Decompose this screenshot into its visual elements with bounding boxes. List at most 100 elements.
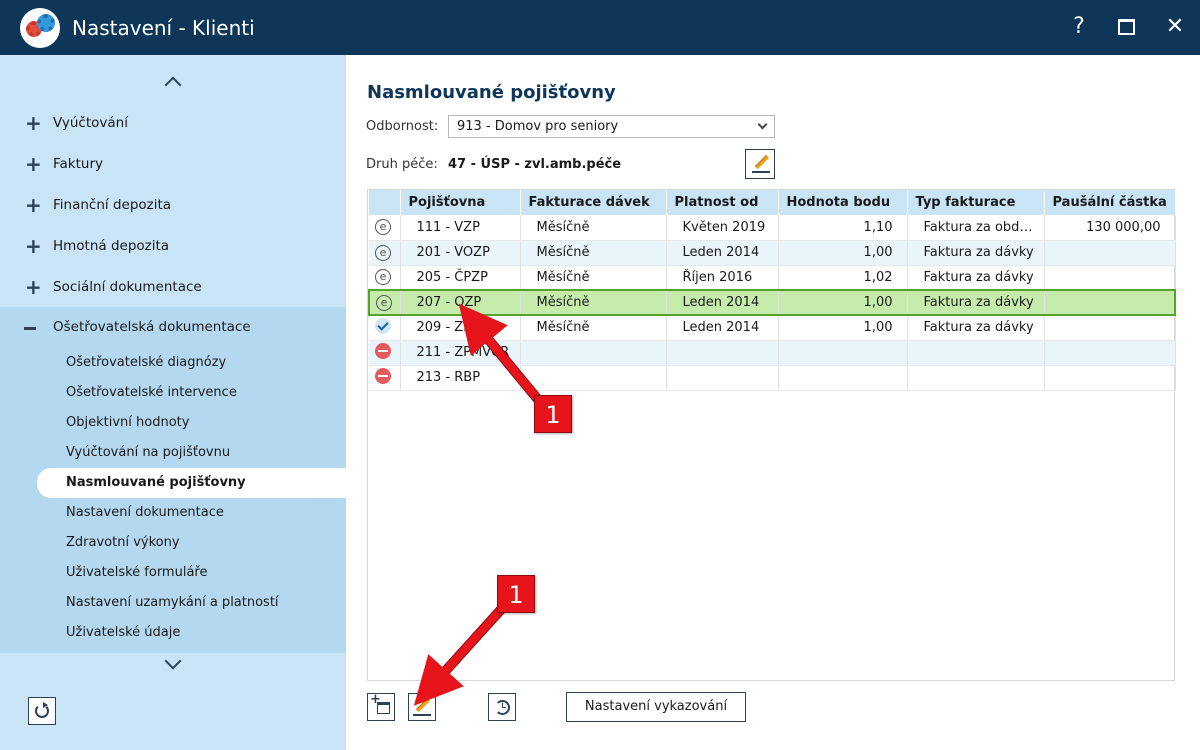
disabled-icon [375,367,391,384]
sidebar-subitem[interactable]: Objektivní hodnoty [0,408,346,438]
table-cell-pausal: 130 000,00 [1044,215,1176,241]
column-header[interactable]: Fakturace dávek [520,190,667,215]
annotation-callout: 1 [534,395,572,433]
table-cell-fakturace: Měsíčně [520,215,667,241]
table-row[interactable]: e 205 - ČPZP Měsíčně Říjen 2016 1,02 Faktura … [369,265,1176,291]
plus-icon: + [25,193,42,217]
table-cell-hodnota: 1,00 [778,289,908,316]
table-row[interactable]: e 111 - VZP Měsíčně Květen 2019 1,10 Faktura … [369,215,1176,241]
odbornost-label: Odbornost: [366,119,439,134]
sidebar-group-osetrovatelska: Ošetřovatelská dokumentace Ošetřovatelsk… [0,307,346,653]
plus-icon: + [25,152,42,176]
edit-button[interactable] [408,693,436,721]
table-cell-fakturace [520,340,667,366]
add-button[interactable]: + [367,693,395,721]
table-cell-fakturace [520,365,667,391]
chevron-down-icon [164,652,182,670]
check-icon [375,317,391,334]
column-header[interactable]: Paušální částka [1044,190,1176,215]
table-row[interactable]: e 207 - OZP Měsíčně Leden 2014 1,00 Faktura z… [368,289,1176,316]
table-cell-typ: Faktura za obd… [907,215,1045,241]
table-cell-hodnota: 1,02 [778,265,908,291]
plus-icon: + [25,234,42,258]
table-cell-platnost [666,365,779,391]
sidebar-item[interactable]: + Finanční depozita [0,185,346,226]
window-title: Nastavení - Klienti [72,16,255,40]
electronic-status-icon: e [375,219,391,236]
table-cell-pojistovna: 207 - OZP [400,289,521,316]
electronic-status-icon: e [375,244,391,261]
column-header[interactable]: Pojišťovna [400,190,521,215]
sidebar-item-label: Finanční depozita [53,197,172,213]
pencil-icon [413,697,431,716]
electronic-status-icon: e [376,294,392,311]
column-header[interactable]: Platnost od [666,190,779,215]
pencil-icon [752,154,770,173]
column-header[interactable]: Hodnota bodu [778,190,908,215]
table-cell-pausal [1044,365,1176,391]
table-cell-hodnota: 1,00 [778,315,908,341]
table-cell-pausal [1044,240,1176,266]
table-cell-typ [907,340,1045,366]
sidebar-subitem[interactable]: Zdravotní výkony [0,528,346,558]
table-row[interactable]: 209 - ZP Měsíčně Leden 2014 1,00 Faktura za … [369,315,1176,341]
table-cell-typ: Faktura za dávky [907,289,1045,316]
sidebar-item-label: Vyúčtování [53,115,128,131]
table-cell-hodnota: 1,10 [778,215,908,241]
nastaveni-vykazovani-button[interactable]: Nastavení vykazování [566,692,746,722]
plus-icon: + [25,111,42,135]
scroll-down-button[interactable] [160,652,186,675]
title-bar: Nastavení - Klienti ? ✕ [0,0,1200,55]
sidebar-item-label: Ošetřovatelská dokumentace [53,319,251,335]
close-button[interactable]: ✕ [1160,12,1190,42]
table-cell-fakturace: Měsíčně [520,240,667,266]
sidebar-item[interactable]: + Faktury [0,144,346,185]
sidebar-item-label: Sociální dokumentace [53,279,202,295]
sidebar-item[interactable]: + Vyúčtování [0,103,346,144]
table-cell-typ: Faktura za dávky [907,240,1045,266]
edit-druh-pece-button[interactable] [745,149,775,179]
sidebar-subitem[interactable]: Uživatelské formuláře [0,558,346,588]
table-cell-fakturace: Měsíčně [520,289,667,316]
sidebar-subitem[interactable]: Nastavení dokumentace [0,498,346,528]
history-button[interactable] [488,693,516,721]
sidebar-subitem[interactable]: Ošetřovatelské intervence [0,378,346,408]
column-header[interactable]: Typ fakturace [907,190,1045,215]
column-header-status [369,190,401,215]
sidebar-subitem[interactable]: Uživatelské údaje [0,618,346,648]
table-cell-platnost: Leden 2014 [666,240,779,266]
table-row[interactable]: 211 - ZPMVČR [369,340,1176,366]
refresh-button[interactable] [28,697,56,725]
plus-icon: + [25,275,42,299]
table-cell-typ: Faktura za dávky [907,315,1045,341]
table-cell-pojistovna: 213 - RBP [400,365,521,391]
sidebar-item-osetrovatelska-dokumentace[interactable]: Ošetřovatelská dokumentace [0,307,346,348]
sidebar-item[interactable]: + Hmotná depozita [0,226,346,267]
table-cell-hodnota [778,340,908,366]
gears-icon [20,8,60,48]
electronic-status-icon: e [375,269,391,286]
odbornost-value: 913 - Domov pro seniory [457,119,619,134]
maximize-button[interactable] [1111,12,1141,42]
sidebar-subitem[interactable]: Nastavení uzamykání a platností [0,588,346,618]
table-header-row: Pojišťovna Fakturace dávek Platnost od H… [369,190,1176,215]
table-cell-hodnota: 1,00 [778,240,908,266]
sidebar-subitem[interactable]: Ošetřovatelské diagnózy [0,348,346,378]
table-cell-typ [907,365,1045,391]
table-row[interactable]: 213 - RBP [369,365,1176,391]
sidebar-subitem[interactable]: Vyúčtování na pojišťovnu [0,438,346,468]
table-cell-pojistovna: 205 - ČPZP [400,265,521,291]
sidebar-item[interactable]: + Sociální dokumentace [0,267,346,308]
table-cell-hodnota [778,365,908,391]
sidebar-nav: + Vyúčtování + Faktury + Finanční depozita + Hm… [0,103,346,308]
odbornost-select[interactable]: 913 - Domov pro seniory [448,115,775,138]
druh-pece-value: 47 - ÚSP - zvl.amb.péče [448,157,622,172]
scroll-up-button[interactable] [160,73,186,94]
sidebar-subitems: Ošetřovatelské diagnózy Ošetřovatelské in… [0,348,346,648]
table-cell-pausal [1044,289,1176,316]
table-row[interactable]: e 201 - VOZP Měsíčně Leden 2014 1,00 Faktura … [369,240,1176,266]
table-cell-fakturace: Měsíčně [520,315,667,341]
help-button[interactable]: ? [1064,12,1094,42]
table-cell-platnost: Říjen 2016 [666,265,779,291]
sidebar-subitem-active[interactable]: Nasmlouvané pojišťovny [37,468,346,498]
